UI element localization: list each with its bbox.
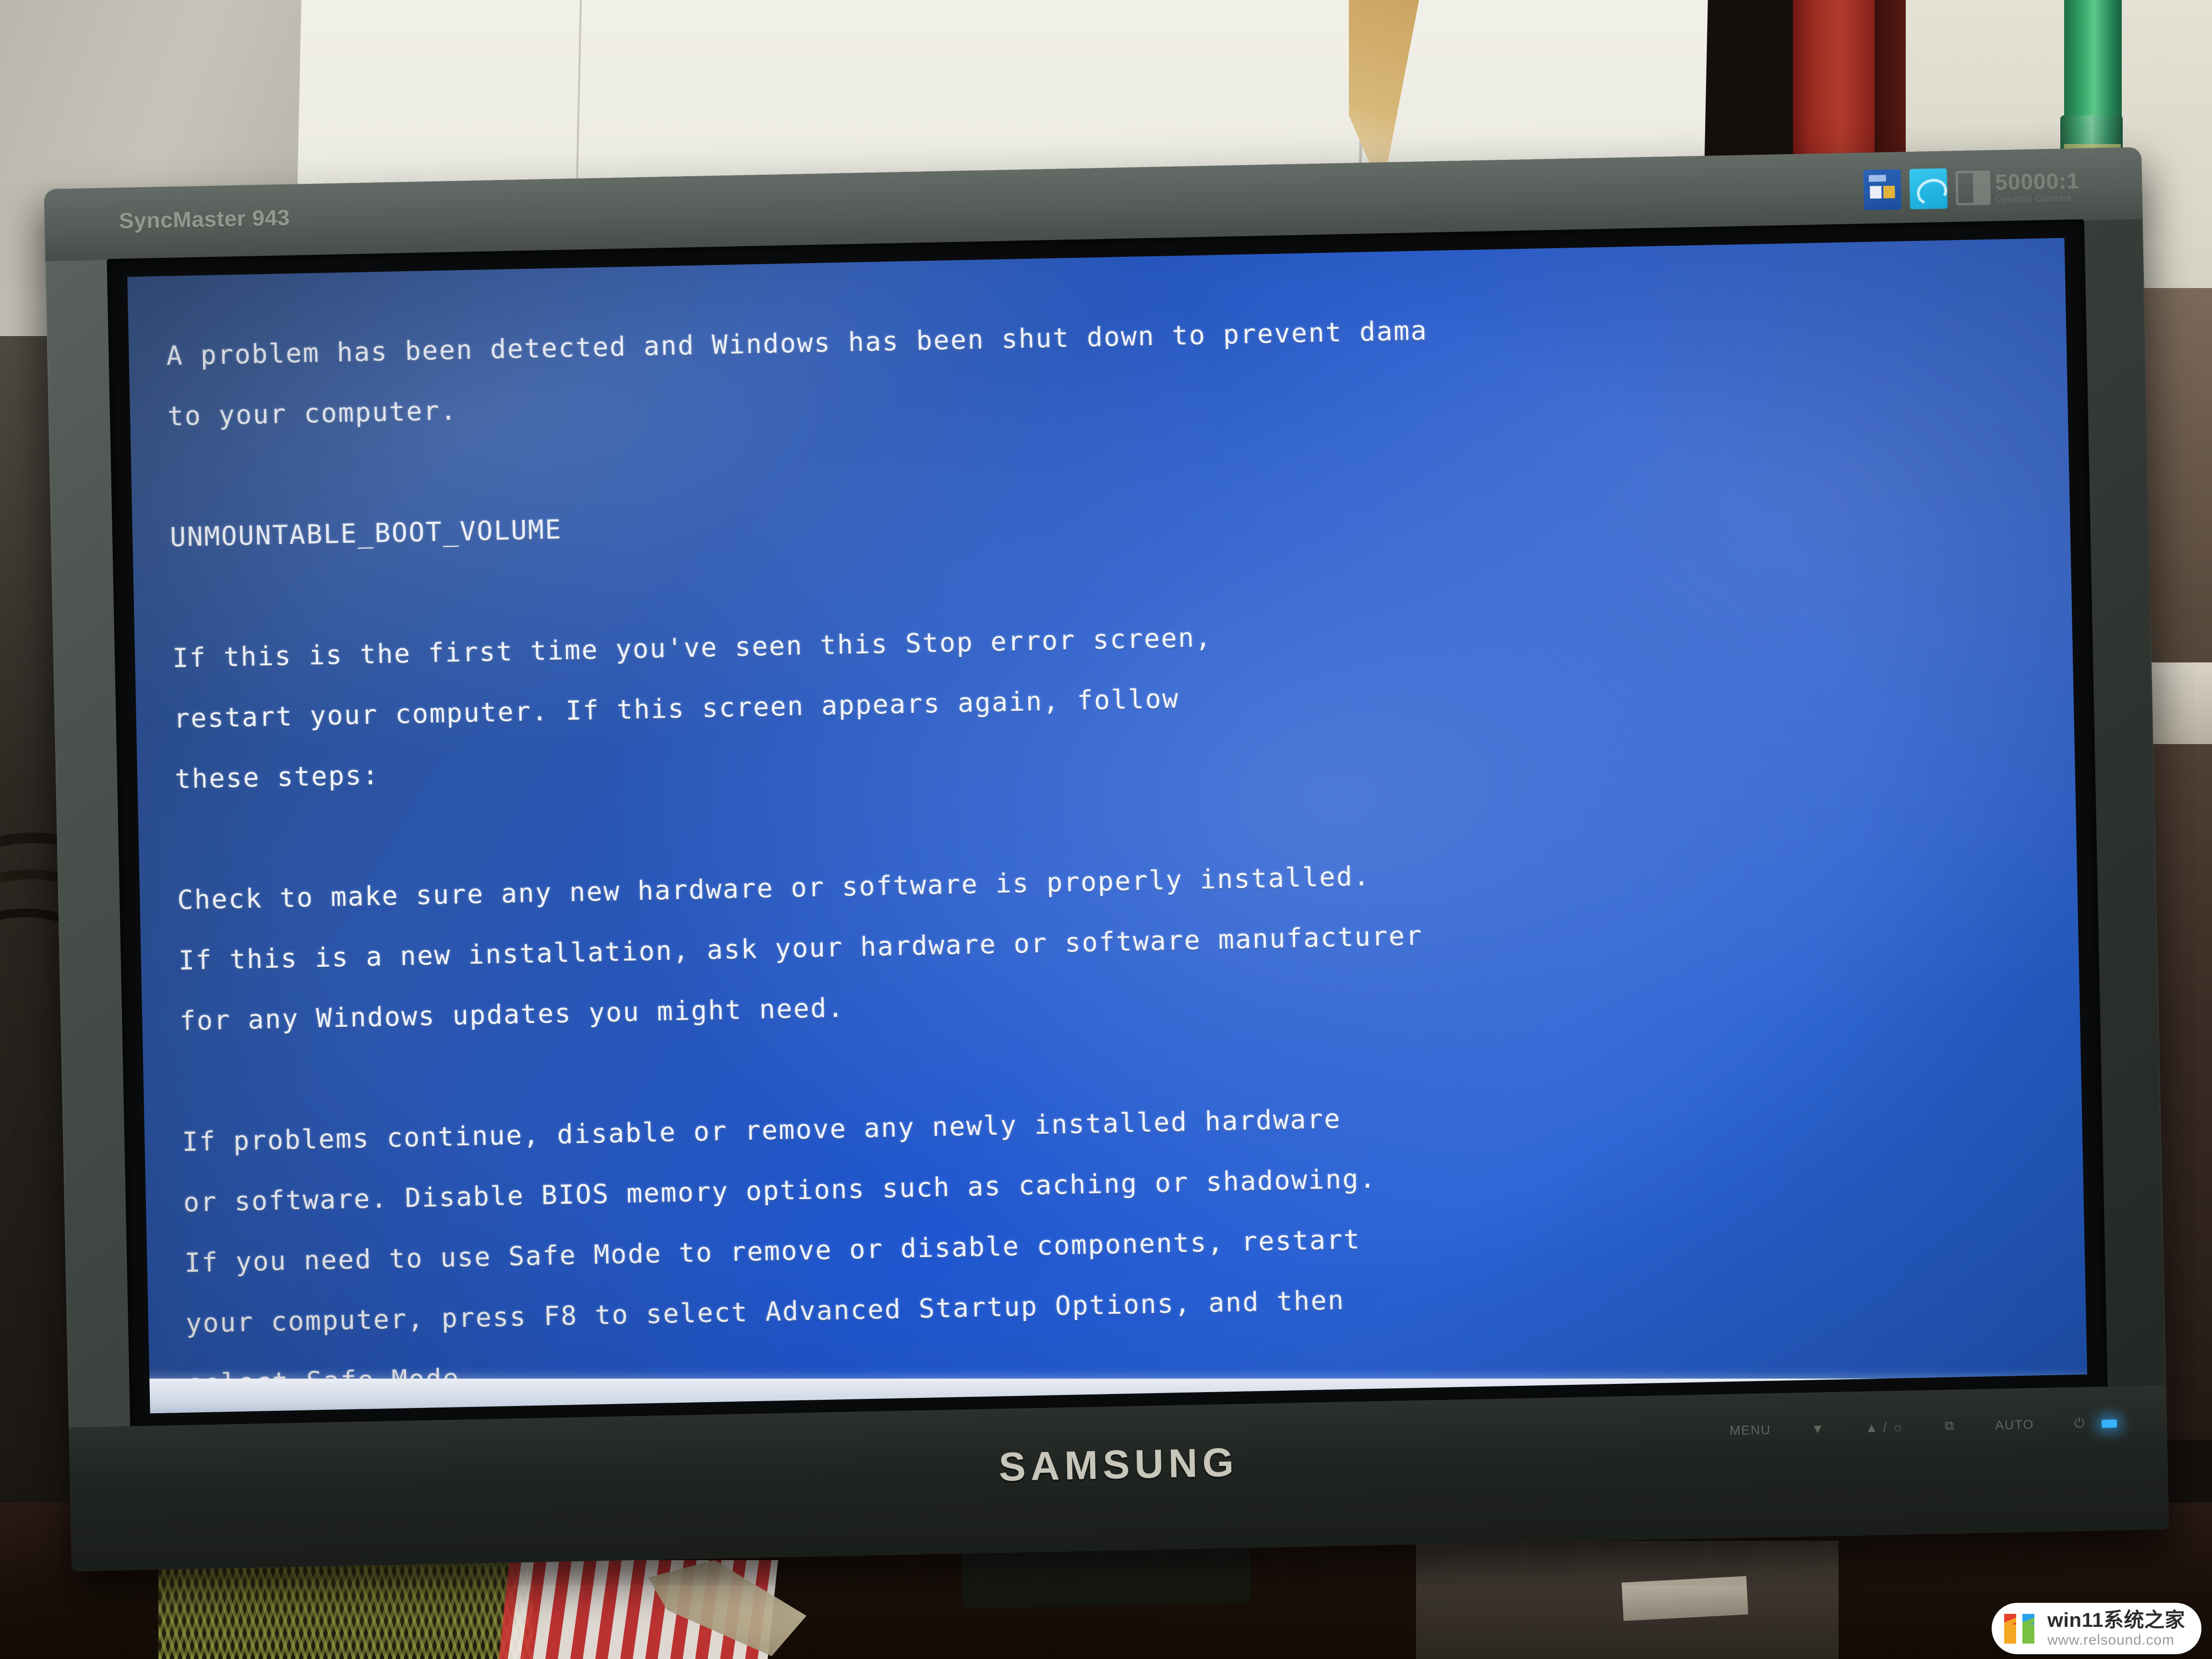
bsod-screen: A problem has been detected and Windows … xyxy=(127,238,2087,1414)
bsod-para3-line-1: Check to make sure any new hardware or s… xyxy=(177,860,1371,915)
paper-scrap xyxy=(1622,1576,1748,1621)
samsung-monitor: SyncMaster 943 50000:1 Dynamic Contrast … xyxy=(44,147,2169,1572)
osd-up-brightness-button[interactable]: ▲ / ☼ xyxy=(1865,1419,1905,1435)
bsod-text-block: A problem has been detected and Windows … xyxy=(166,271,2087,1413)
bsod-para4-line-4: your computer, press F8 to select Advanc… xyxy=(185,1285,1346,1339)
osd-power-button[interactable]: ⏻ xyxy=(2074,1416,2086,1431)
samsung-brand-logo: SAMSUNG xyxy=(998,1439,1239,1490)
watermark-url: www.relsound.com xyxy=(2047,1632,2175,1648)
bsod-para3-line-2: If this is a new installation, ask your … xyxy=(178,920,1423,976)
osd-source-button[interactable]: ⧉ xyxy=(1945,1419,1955,1434)
osd-down-button[interactable]: ▼ xyxy=(1811,1421,1825,1437)
bsod-para2-line-1: If this is the first time you've seen th… xyxy=(172,622,1213,673)
bsod-error-code: UNMOUNTABLE_BOOT_VOLUME xyxy=(169,514,563,553)
watermark-title: win11系统之家 xyxy=(2047,1609,2185,1632)
contrast-ratio-value: 50000:1 xyxy=(1995,168,2080,195)
bezel-stickers: 50000:1 Dynamic Contrast xyxy=(1863,166,2080,211)
contrast-icon xyxy=(1955,170,1991,206)
bsod-para3-line-3: for any Windows updates you might need. xyxy=(179,992,845,1036)
win11-logo-icon xyxy=(2004,1613,2040,1644)
osd-menu-button[interactable]: MENU xyxy=(1730,1422,1771,1438)
bsod-para2-line-3: these steps: xyxy=(174,759,380,794)
dynamic-contrast-badge: 50000:1 Dynamic Contrast xyxy=(1955,168,2080,206)
power-led-indicator xyxy=(2101,1419,2117,1428)
photo-scene: SyncMaster 943 50000:1 Dynamic Contrast … xyxy=(0,0,2212,1659)
screen-inner-frame: A problem has been detected and Windows … xyxy=(107,219,2108,1432)
bsod-para4-line-2: or software. Disable BIOS memory options… xyxy=(183,1163,1377,1218)
monitor-model-label: SyncMaster 943 xyxy=(119,204,290,234)
bsod-para4-line-1: If problems continue, disable or remove … xyxy=(181,1103,1342,1157)
bsod-para2-line-2: restart your computer. If this screen ap… xyxy=(173,683,1180,734)
windows-compatible-sticker xyxy=(1863,169,1902,211)
bsod-intro-line-2: to your computer. xyxy=(167,395,458,432)
osd-auto-button[interactable]: AUTO xyxy=(1995,1417,2034,1433)
bsod-intro-line-1: A problem has been detected and Windows … xyxy=(166,315,1428,372)
wire-mesh-basket xyxy=(158,1555,533,1659)
energy-star-sticker xyxy=(1909,168,1948,210)
site-watermark: win11系统之家 www.relsound.com xyxy=(1992,1603,2201,1654)
contrast-caption: Dynamic Contrast xyxy=(1995,192,2071,205)
bsod-para4-line-3: If you need to use Safe Mode to remove o… xyxy=(184,1224,1361,1278)
